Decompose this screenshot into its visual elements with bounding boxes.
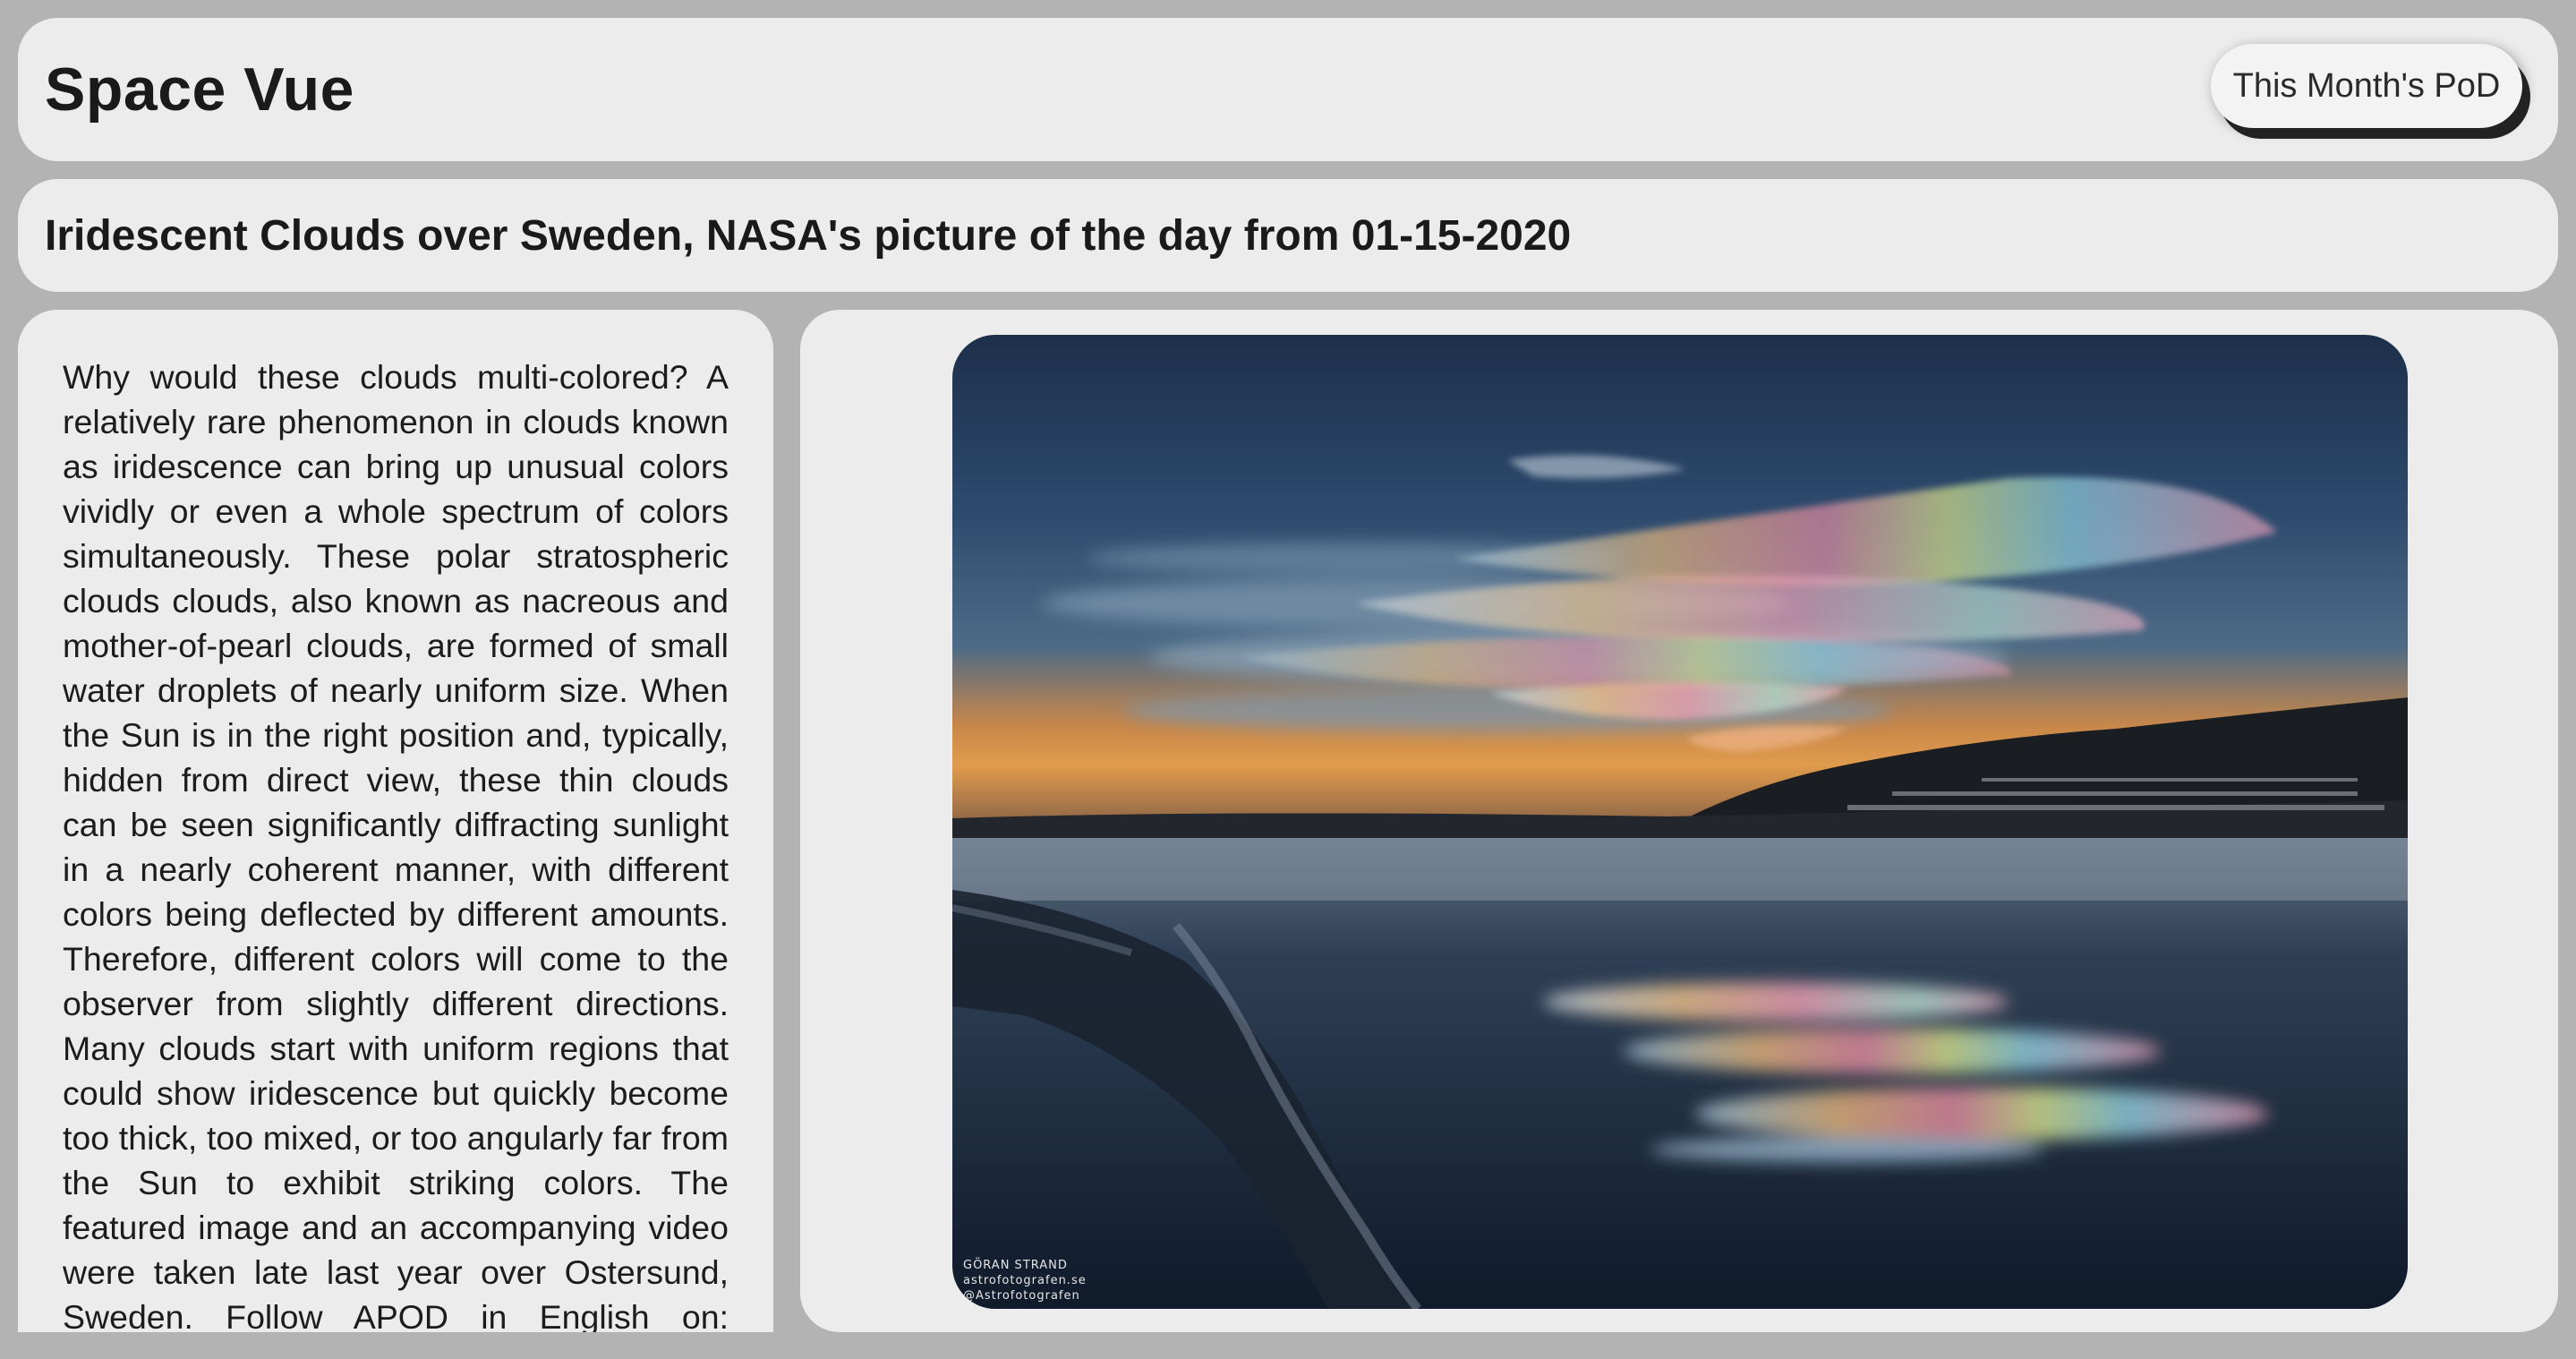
app-title: Space Vue — [45, 56, 354, 124]
pod-title: Iridescent Clouds over Sweden, NASA's pi… — [45, 211, 1572, 260]
image-credit-site: astrofotografen.se — [963, 1274, 1087, 1287]
pod-explanation: Why would these clouds multi-colored? A … — [63, 358, 729, 1332]
pod-image-panel: GÖRAN STRAND astrofotografen.se @Astrofo… — [800, 310, 2558, 1332]
pod-description-panel[interactable]: Why would these clouds multi-colored? A … — [18, 310, 773, 1332]
image-credit-handle: @Astrofotografen — [963, 1289, 1080, 1303]
image-credit-name: GÖRAN STRAND — [963, 1259, 1068, 1272]
pod-title-bar: Iridescent Clouds over Sweden, NASA's pi… — [18, 179, 2558, 292]
image-credit: GÖRAN STRAND astrofotografen.se @Astrofo… — [963, 1258, 1087, 1303]
pod-image: GÖRAN STRAND astrofotografen.se @Astrofo… — [952, 335, 2408, 1309]
this-months-pod-button[interactable]: This Month's PoD — [2211, 44, 2522, 128]
app-header: Space Vue This Month's PoD — [18, 18, 2558, 161]
